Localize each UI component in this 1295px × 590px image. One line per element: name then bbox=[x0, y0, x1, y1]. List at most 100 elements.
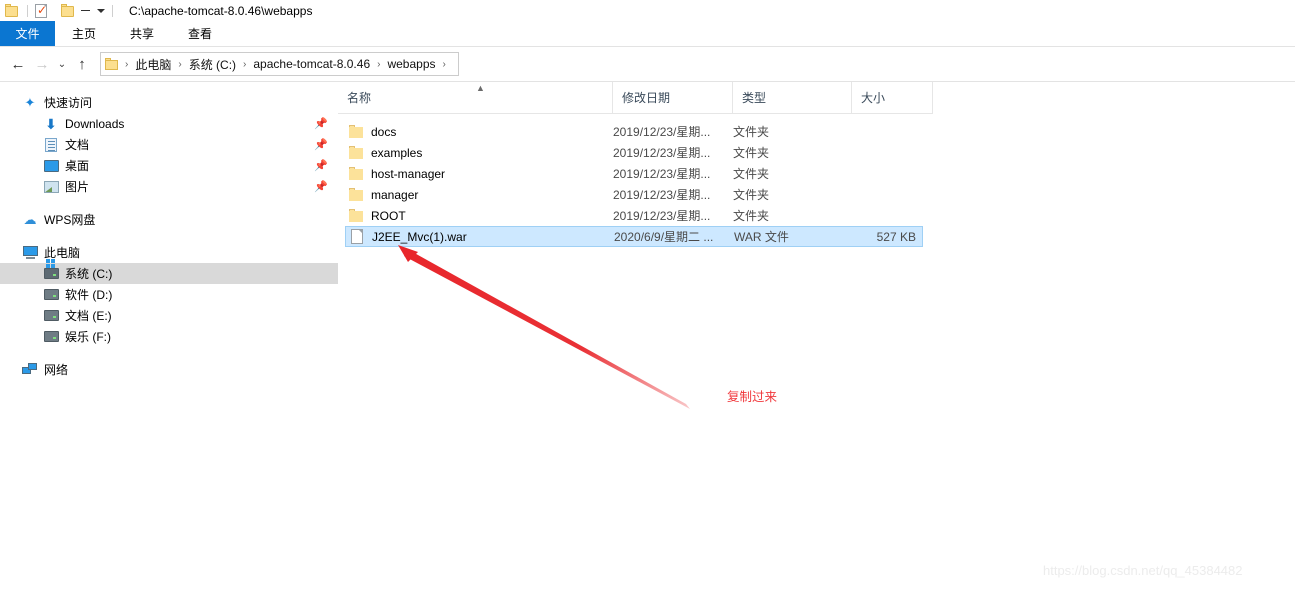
cloud-icon: ☁ bbox=[23, 212, 37, 227]
breadcrumb[interactable]: › 此电脑 › 系统 (C:) › apache-tomcat-8.0.46 ›… bbox=[100, 52, 459, 76]
desktop-icon bbox=[43, 158, 59, 174]
sidebar-item-2[interactable]: 文档 📌 bbox=[0, 134, 338, 155]
folder-icon bbox=[349, 167, 364, 180]
download-icon: ⬇ bbox=[45, 115, 57, 132]
cell-type: 文件夹 bbox=[733, 167, 770, 181]
cell-name: J2EE_Mvc(1).war bbox=[346, 229, 606, 244]
breadcrumb-separator: › bbox=[377, 58, 381, 70]
drive-icon bbox=[43, 329, 59, 345]
sidebar-item-label: 娱乐 (F:) bbox=[65, 330, 111, 344]
sidebar-item-label: 快速访问 bbox=[44, 96, 93, 110]
tab-view[interactable]: 查看 bbox=[171, 21, 229, 46]
sidebar-item-label: 系统 (C:) bbox=[65, 267, 113, 281]
cell-type: 文件夹 bbox=[733, 209, 770, 223]
drive-icon bbox=[43, 287, 59, 303]
breadcrumb-separator: › bbox=[243, 58, 247, 70]
table-row[interactable]: examples 2019/12/23/星期... 文件夹 bbox=[345, 142, 923, 163]
tab-share[interactable]: 共享 bbox=[113, 21, 171, 46]
forward-arrow-icon[interactable]: → bbox=[30, 52, 54, 76]
file-name-text: docs bbox=[371, 124, 397, 139]
sidebar-item-4[interactable]: 图片 📌 bbox=[0, 176, 338, 197]
cell-date: 2019/12/23/星期... bbox=[613, 188, 711, 202]
pin-icon[interactable]: 📌 bbox=[314, 180, 328, 193]
tab-file[interactable]: 文件 bbox=[0, 21, 55, 46]
pin-icon[interactable]: 📌 bbox=[314, 117, 328, 130]
sidebar-item-label: 文档 (E:) bbox=[65, 309, 112, 323]
table-row[interactable]: manager 2019/12/23/星期... 文件夹 bbox=[345, 184, 923, 205]
sidebar-item-9[interactable]: 文档 (E:) bbox=[0, 305, 338, 326]
cell-name: manager bbox=[345, 188, 605, 202]
cell-type: 文件夹 bbox=[733, 146, 770, 160]
file-list-pane[interactable]: 名称 修改日期 类型 大小 docs 2019/12/23/星期... 文件夹 exa… bbox=[338, 82, 1295, 590]
breadcrumb-item-this-pc[interactable]: 此电脑 bbox=[132, 56, 174, 73]
sort-ascending-icon: ▲ bbox=[476, 83, 485, 93]
tab-home[interactable]: 主页 bbox=[55, 21, 113, 46]
sidebar-item-6[interactable]: 此电脑 bbox=[0, 242, 338, 263]
cell-date: 2020/6/9/星期二 ... bbox=[614, 230, 714, 244]
table-row[interactable]: ROOT 2019/12/23/星期... 文件夹 bbox=[345, 205, 923, 226]
up-arrow-icon[interactable]: ↑ bbox=[70, 52, 94, 76]
network-icon bbox=[22, 362, 38, 378]
table-row[interactable]: host-manager 2019/12/23/星期... 文件夹 bbox=[345, 163, 923, 184]
properties-icon[interactable]: ✓ bbox=[35, 3, 47, 18]
file-icon bbox=[351, 229, 363, 244]
sidebar-item-label: 软件 (D:) bbox=[65, 288, 113, 302]
folder-icon bbox=[105, 58, 119, 70]
column-header-size[interactable]: 大小 bbox=[852, 82, 933, 113]
sidebar-item-10[interactable]: 娱乐 (F:) bbox=[0, 326, 338, 347]
title-bar: ✓ C:\apache-tomcat-8.0.46\webapps bbox=[0, 0, 1295, 21]
breadcrumb-item-tomcat[interactable]: apache-tomcat-8.0.46 bbox=[250, 57, 373, 71]
sidebar-item-label: WPS网盘 bbox=[44, 213, 96, 227]
sidebar-item-3[interactable]: 桌面 📌 bbox=[0, 155, 338, 176]
ribbon-tabs: 文件 主页 共享 查看 bbox=[0, 21, 1295, 46]
star-icon: ✦ bbox=[24, 95, 36, 110]
sidebar-item-1[interactable]: ⬇ Downloads 📌 bbox=[0, 113, 338, 134]
address-bar: ← → ⌄ ↑ › 此电脑 › 系统 (C:) › apache-tomcat-… bbox=[0, 47, 1295, 81]
sidebar-item-7[interactable]: 系统 (C:) bbox=[0, 263, 338, 284]
breadcrumb-separator: › bbox=[442, 58, 446, 70]
sidebar-item-label: 此电脑 bbox=[44, 246, 81, 260]
table-row[interactable]: J2EE_Mvc(1).war 2020/6/9/星期二 ... WAR 文件 527… bbox=[345, 226, 923, 247]
column-header-date[interactable]: 修改日期 bbox=[613, 82, 733, 113]
new-folder-icon[interactable] bbox=[61, 4, 76, 17]
breadcrumb-item-webapps[interactable]: webapps bbox=[384, 57, 438, 71]
window-title: C:\apache-tomcat-8.0.46\webapps bbox=[129, 3, 313, 18]
pictures-icon bbox=[43, 179, 59, 195]
table-row[interactable]: docs 2019/12/23/星期... 文件夹 bbox=[345, 121, 923, 142]
pin-icon[interactable]: 📌 bbox=[314, 159, 328, 172]
column-header-type[interactable]: 类型 bbox=[733, 82, 852, 113]
sidebar-item-0[interactable]: ✦ 快速访问 bbox=[0, 92, 338, 113]
cell-name: host-manager bbox=[345, 167, 605, 181]
navigation-pane[interactable]: ✦ 快速访问 ⬇ Downloads 📌 文档 📌 桌面 📌 图片 📌 ☁ WPS网盘 此电脑 系统 (C:… bbox=[0, 82, 338, 590]
folder-icon[interactable] bbox=[5, 4, 20, 17]
sidebar-item-label: 网络 bbox=[44, 363, 69, 377]
file-name-text: examples bbox=[371, 145, 423, 160]
sidebar-item-label: Downloads bbox=[65, 116, 125, 131]
cell-type: 文件夹 bbox=[733, 125, 770, 139]
folder-icon bbox=[349, 125, 364, 138]
file-name-text: manager bbox=[371, 187, 419, 202]
breadcrumb-separator: › bbox=[178, 58, 182, 70]
back-arrow-icon[interactable]: ← bbox=[6, 52, 30, 76]
folder-icon bbox=[349, 209, 364, 222]
sidebar-item-label: 文档 bbox=[65, 138, 90, 152]
cell-date: 2019/12/23/星期... bbox=[613, 209, 711, 223]
sidebar-item-8[interactable]: 软件 (D:) bbox=[0, 284, 338, 305]
cell-name: examples bbox=[345, 146, 605, 160]
folder-icon bbox=[349, 188, 364, 201]
sidebar-item-label: 桌面 bbox=[65, 159, 90, 173]
chevron-down-icon[interactable]: ⌄ bbox=[54, 52, 70, 76]
pin-icon[interactable]: 📌 bbox=[314, 138, 328, 151]
sidebar-item-11[interactable]: 网络 bbox=[0, 359, 338, 380]
file-name-text: J2EE_Mvc(1).war bbox=[372, 229, 467, 244]
cell-date: 2019/12/23/星期... bbox=[613, 125, 711, 139]
breadcrumb-separator: › bbox=[125, 58, 129, 70]
folder-icon bbox=[349, 146, 364, 159]
toolbar-divider-2 bbox=[112, 4, 113, 17]
documents-icon bbox=[43, 137, 59, 153]
this-pc-icon bbox=[22, 245, 38, 261]
chevron-down-icon[interactable] bbox=[97, 8, 105, 13]
breadcrumb-item-system-c[interactable]: 系统 (C:) bbox=[186, 56, 239, 73]
sidebar-item-5[interactable]: ☁ WPS网盘 bbox=[0, 209, 338, 230]
cell-size: 527 KB bbox=[876, 229, 916, 244]
